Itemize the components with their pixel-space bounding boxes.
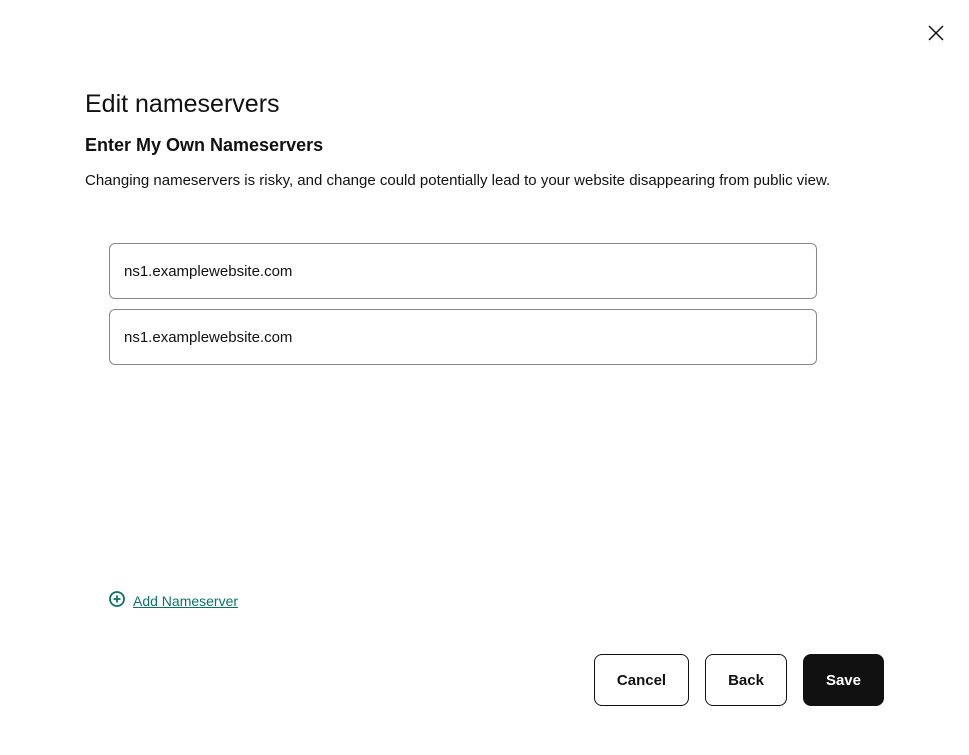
modal-title: Edit nameservers	[85, 90, 884, 119]
cancel-button[interactable]: Cancel	[594, 654, 689, 706]
add-nameserver-button[interactable]: Add Nameserver	[109, 591, 238, 610]
edit-nameservers-modal: Edit nameservers Enter My Own Nameserver…	[0, 0, 969, 755]
close-button[interactable]	[923, 20, 949, 49]
modal-warning-text: Changing nameservers is risky, and chang…	[85, 170, 884, 191]
nameserver-input-2[interactable]	[109, 309, 817, 365]
nameserver-input-1[interactable]	[109, 243, 817, 299]
modal-content: Edit nameservers Enter My Own Nameserver…	[0, 0, 969, 746]
back-button[interactable]: Back	[705, 654, 787, 706]
add-nameserver-wrap: Add Nameserver	[85, 591, 884, 612]
close-icon	[927, 24, 945, 45]
add-nameserver-label: Add Nameserver	[133, 593, 238, 609]
save-button[interactable]: Save	[803, 654, 884, 706]
nameserver-inputs	[85, 243, 884, 375]
plus-circle-icon	[109, 591, 125, 610]
modal-footer: Cancel Back Save	[85, 654, 884, 706]
modal-subtitle: Enter My Own Nameservers	[85, 135, 884, 156]
